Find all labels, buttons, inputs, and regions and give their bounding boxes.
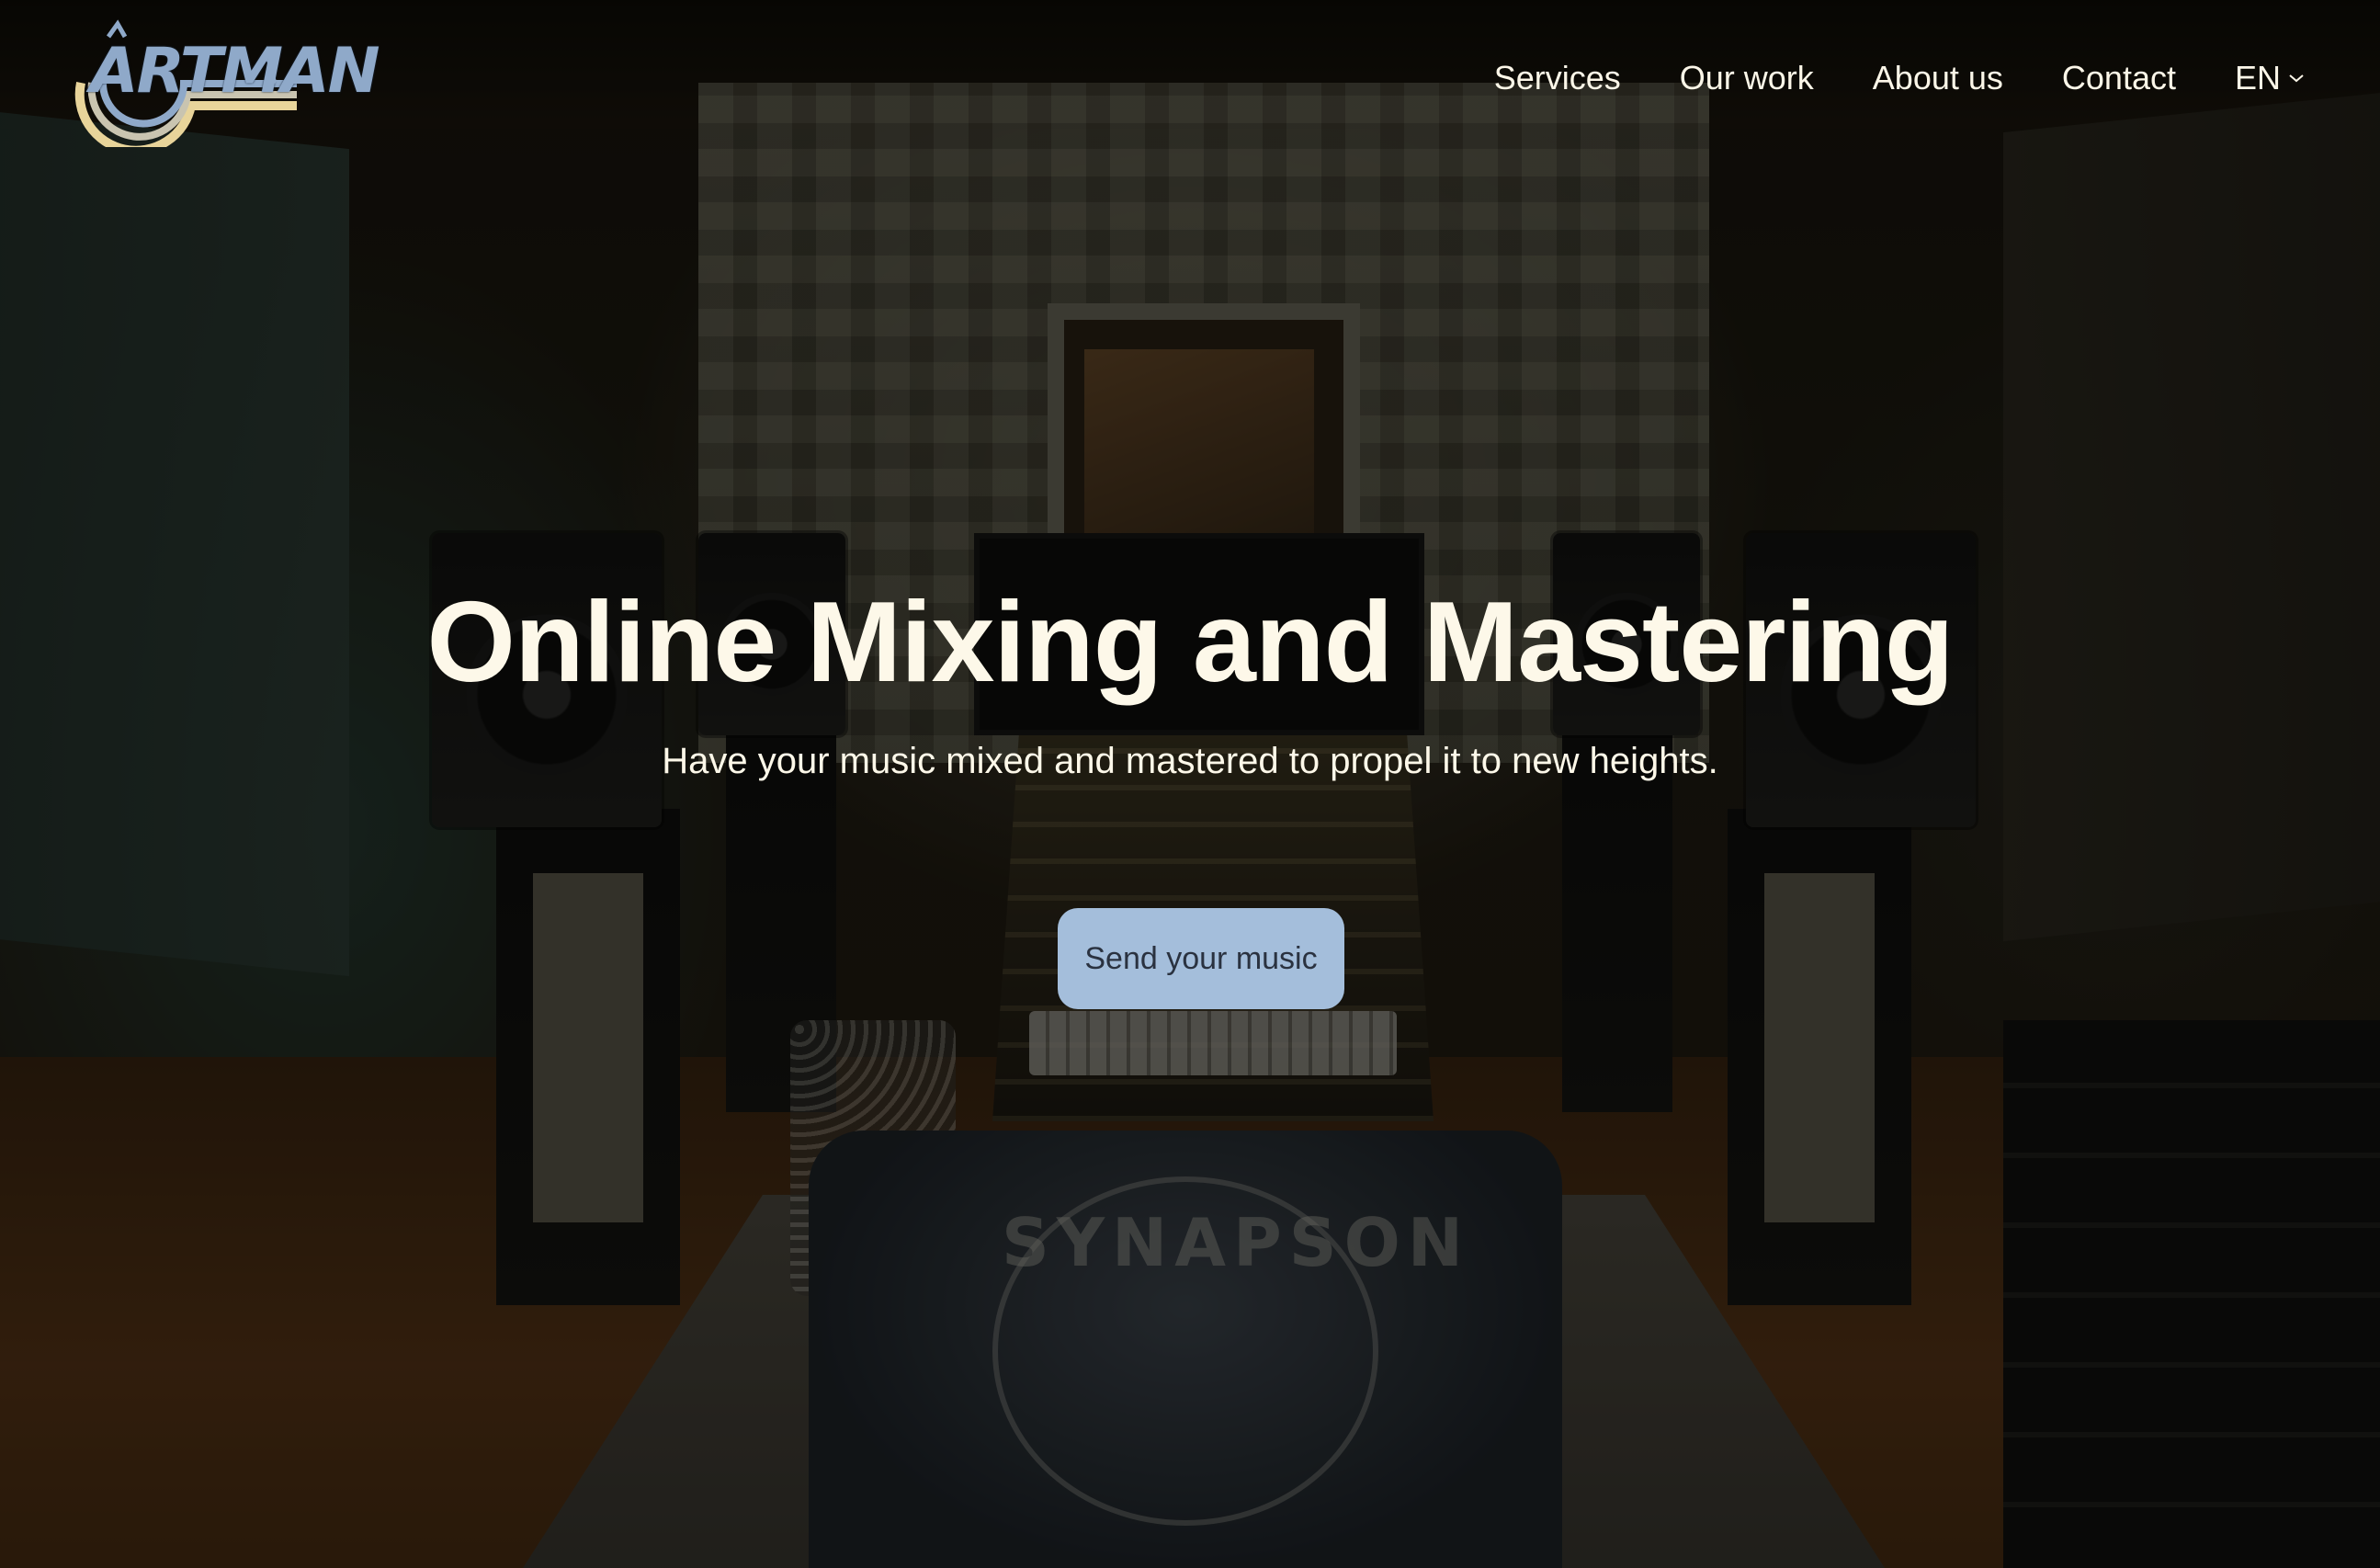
nav-link-our-work[interactable]: Our work: [1680, 59, 1814, 97]
language-label: EN: [2234, 59, 2281, 97]
send-your-music-button[interactable]: Send your music: [1058, 908, 1344, 1009]
hero-title: Online Mixing and Mastering: [426, 579, 1955, 706]
hero-background: SYNAPSON: [0, 0, 2380, 1568]
nav-link-services[interactable]: Services: [1494, 59, 1621, 97]
site-header: ARTMAN ent. Services Our work About us C…: [0, 0, 2380, 156]
logo-wordmark: ARTMAN: [90, 35, 380, 108]
chevron-down-icon: [2289, 74, 2304, 83]
hero-dark-overlay: [0, 0, 2380, 1568]
hero-subtitle: Have your music mixed and mastered to pr…: [662, 741, 1718, 781]
site-logo[interactable]: ARTMAN ent.: [72, 18, 380, 147]
main-navigation: Services Our work About us Contact EN: [1494, 55, 2380, 101]
nav-link-contact[interactable]: Contact: [2062, 59, 2176, 97]
language-selector[interactable]: EN: [2235, 59, 2305, 97]
nav-link-about-us[interactable]: About us: [1873, 59, 2003, 97]
logo-suffix: ent.: [263, 55, 281, 93]
